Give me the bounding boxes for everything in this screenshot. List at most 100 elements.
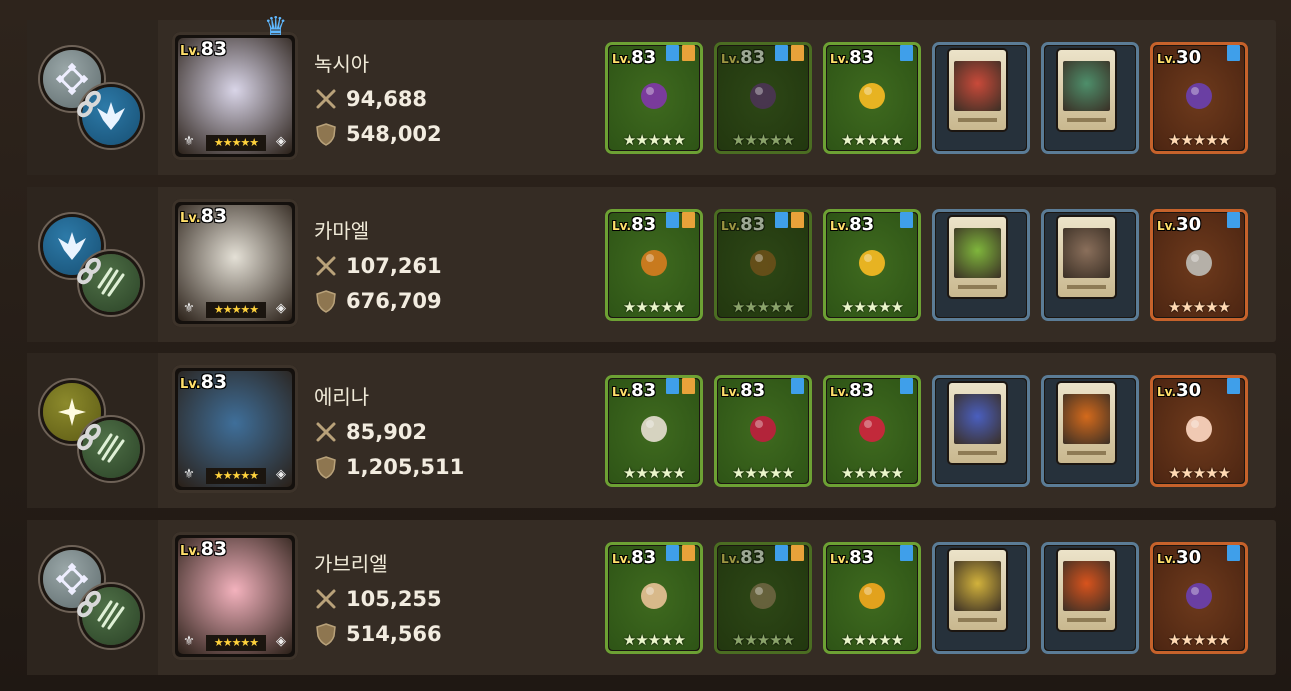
- level-value: 83: [740, 547, 766, 568]
- card-frame: [1058, 383, 1115, 463]
- card-frame: [949, 217, 1006, 297]
- relic-item-icon: [1179, 576, 1219, 616]
- level-value: 83: [849, 380, 875, 401]
- weapon-slot[interactable]: Lv.83 ★★★★★: [605, 375, 703, 487]
- card-slot[interactable]: [932, 542, 1030, 654]
- level-prefix: Lv.: [180, 211, 201, 226]
- crossed-swords-icon: [314, 420, 338, 444]
- card-slot[interactable]: [1041, 209, 1139, 321]
- item-stars: ★★★★★: [840, 631, 904, 649]
- card-slot[interactable]: [1041, 542, 1139, 654]
- card-nameplate: [958, 451, 997, 455]
- card-art: [1063, 394, 1110, 444]
- level-value: 30: [1176, 380, 1202, 401]
- weapon-slot[interactable]: Lv.83 ★★★★★: [605, 209, 703, 321]
- shield-icon: [314, 455, 338, 479]
- character-portrait[interactable]: Lv.83 ★★★★★ ⚜ ◈: [172, 532, 298, 660]
- character-portrait[interactable]: Lv.83 ★★★★★ ⚜ ◈: [172, 199, 298, 327]
- item-stars: ★★★★★: [1167, 298, 1231, 316]
- weapon-item-icon: [743, 76, 783, 116]
- item-stars: ★★★★★: [1167, 464, 1231, 482]
- weapon-slot[interactable]: Lv.83 ★★★★★: [714, 542, 812, 654]
- armor-item-icon: [743, 409, 783, 449]
- defense-stat: 676,709: [314, 289, 442, 313]
- accessory-slot[interactable]: Lv.83 ★★★★★: [823, 209, 921, 321]
- level-prefix: Lv.: [721, 52, 741, 66]
- accessory-item-icon: [852, 576, 892, 616]
- element-icon: ◈: [276, 134, 286, 149]
- character-stars: ★★★★★: [206, 302, 266, 318]
- item-level: Lv.30: [1157, 380, 1201, 401]
- card-slot[interactable]: [932, 42, 1030, 154]
- character-row[interactable]: Lv.83 ★★★★★ ⚜ ◈ ♛ 녹시아 94,688 548,002 Lv.83 ★★★★★ L…: [27, 12, 1276, 175]
- relic-slot[interactable]: Lv.30 ★★★★★: [1150, 42, 1248, 154]
- item-level: Lv.30: [1157, 214, 1201, 235]
- card-slot[interactable]: [1041, 42, 1139, 154]
- item-level: Lv.83: [830, 380, 874, 401]
- card-art: [1063, 61, 1110, 111]
- card-frame: [949, 383, 1006, 463]
- item-level: Lv.83: [612, 214, 656, 235]
- level-prefix: Lv.: [1157, 52, 1177, 66]
- accessory-slot[interactable]: Lv.83 ★★★★★: [823, 42, 921, 154]
- character-name: 에리나: [314, 385, 370, 409]
- crossed-swords-icon: [314, 587, 338, 611]
- level-value: 83: [200, 371, 228, 393]
- bookmark-blue-icon: [775, 545, 788, 561]
- card-slot[interactable]: [932, 209, 1030, 321]
- bookmark-blue-icon: [775, 212, 788, 228]
- armor-slot[interactable]: Lv.83 ★★★★★: [714, 375, 812, 487]
- relic-item-icon: [1179, 243, 1219, 283]
- level-value: 83: [631, 547, 657, 568]
- bookmark-blue-icon: [900, 212, 913, 228]
- card-nameplate: [1067, 451, 1106, 455]
- weapon-slot[interactable]: Lv.83 ★★★★★: [605, 542, 703, 654]
- character-row[interactable]: Lv.83 ★★★★★ ⚜ ◈ 가브리엘 105,255 514,566 Lv.83 ★★★★★…: [27, 520, 1276, 675]
- bookmark-blue-icon: [1227, 545, 1240, 561]
- bookmark-orange-icon: [791, 45, 804, 61]
- card-nameplate: [958, 618, 997, 622]
- defense-stat: 548,002: [314, 122, 442, 146]
- item-level: Lv.83: [721, 547, 765, 568]
- card-art: [954, 228, 1001, 278]
- character-name: 가브리엘: [314, 552, 388, 576]
- card-nameplate: [958, 118, 997, 122]
- character-row[interactable]: Lv.83 ★★★★★ ⚜ ◈ 카마엘 107,261 676,709 Lv.83 ★★★★★ L…: [27, 187, 1276, 342]
- class-icon: ⚜: [183, 634, 195, 649]
- card-art: [1063, 561, 1110, 611]
- card-slot[interactable]: [1041, 375, 1139, 487]
- relic-slot[interactable]: Lv.30 ★★★★★: [1150, 209, 1248, 321]
- weapon-slot[interactable]: Lv.83 ★★★★★: [605, 42, 703, 154]
- accessory-item-icon: [852, 409, 892, 449]
- defense-value: 548,002: [346, 122, 442, 146]
- card-nameplate: [1067, 618, 1106, 622]
- level-prefix: Lv.: [830, 219, 850, 233]
- element-icon: ◈: [276, 301, 286, 316]
- weapon-slot[interactable]: Lv.83 ★★★★★: [714, 209, 812, 321]
- character-portrait[interactable]: Lv.83 ★★★★★ ⚜ ◈: [172, 32, 298, 160]
- level-value: 83: [200, 38, 228, 60]
- character-portrait[interactable]: Lv.83 ★★★★★ ⚜ ◈: [172, 365, 298, 493]
- level-value: 30: [1176, 547, 1202, 568]
- weapon-slot[interactable]: Lv.83 ★★★★★: [714, 42, 812, 154]
- bookmark-orange-icon: [682, 378, 695, 394]
- relic-slot[interactable]: Lv.30 ★★★★★: [1150, 375, 1248, 487]
- level-prefix: Lv.: [1157, 219, 1177, 233]
- item-stars: ★★★★★: [622, 131, 686, 149]
- accessory-slot[interactable]: Lv.83 ★★★★★: [823, 542, 921, 654]
- accessory-slot[interactable]: Lv.83 ★★★★★: [823, 375, 921, 487]
- bookmark-blue-icon: [775, 45, 788, 61]
- level-prefix: Lv.: [1157, 385, 1177, 399]
- relic-slot[interactable]: Lv.30 ★★★★★: [1150, 542, 1248, 654]
- element-icon: ◈: [276, 467, 286, 482]
- chain-link-icon: [76, 90, 102, 118]
- card-slot[interactable]: [932, 375, 1030, 487]
- character-level: Lv.83: [180, 371, 227, 393]
- character-row[interactable]: Lv.83 ★★★★★ ⚜ ◈ 에리나 85,902 1,205,511 Lv.83 ★★★★★…: [27, 353, 1276, 508]
- attack-value: 107,261: [346, 254, 442, 278]
- level-value: 83: [200, 538, 228, 560]
- attack-stat: 85,902: [314, 420, 427, 444]
- level-value: 83: [849, 47, 875, 68]
- element-icon: ◈: [276, 634, 286, 649]
- character-name: 녹시아: [314, 52, 370, 76]
